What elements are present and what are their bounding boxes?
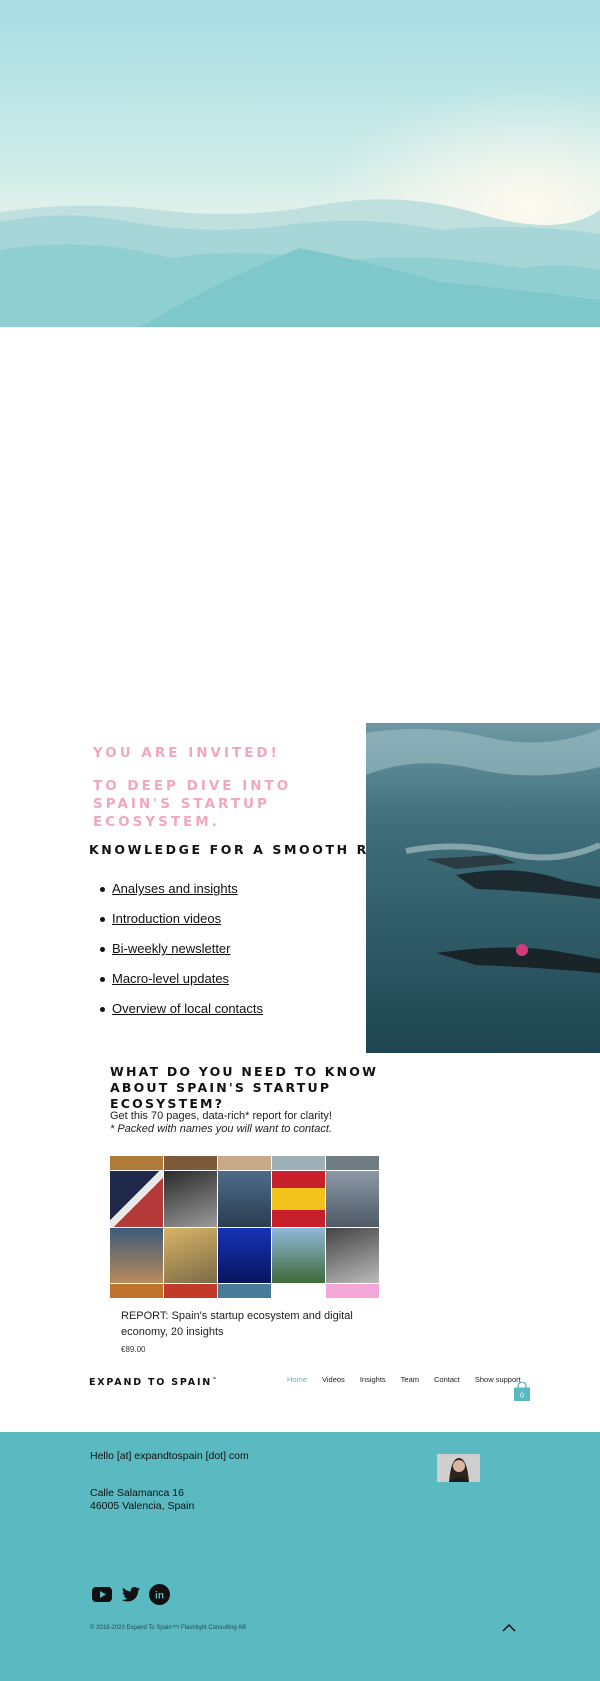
report-heading: WHAT DO YOU NEED TO KNOW ABOUT SPAIN'S S… bbox=[110, 1064, 379, 1111]
copyright-text: © 2018-2020 Expand To Spain™/ Flashlight… bbox=[90, 1625, 247, 1631]
footer bbox=[0, 1432, 600, 1681]
brand-trademark: ™ bbox=[212, 1377, 218, 1383]
knowledge-heading: KNOWLEDGE FOR A SMOOTH RIDE: bbox=[89, 842, 408, 857]
product-title[interactable]: REPORT: Spain's startup ecosystem and di… bbox=[121, 1308, 361, 1340]
invite-title: YOU ARE INVITED! bbox=[93, 745, 280, 761]
swimmers-image bbox=[366, 723, 600, 1053]
feature-link[interactable]: Introduction videos bbox=[112, 911, 221, 926]
social-links: in bbox=[91, 1584, 170, 1605]
feature-link[interactable]: Macro-level updates bbox=[112, 971, 229, 986]
shopping-bag-icon: 0 bbox=[514, 1381, 530, 1401]
cart-count: 0 bbox=[520, 1393, 524, 1400]
cart-button[interactable]: 0 bbox=[514, 1381, 530, 1401]
list-item: Bi-weekly newsletter bbox=[100, 939, 263, 969]
list-item: Macro-level updates bbox=[100, 969, 263, 999]
nav-item-contact[interactable]: Contact bbox=[434, 1375, 460, 1384]
brand-name: EXPAND TO SPAIN bbox=[89, 1377, 213, 1389]
address-line: 46005 Valencia, Spain bbox=[90, 1500, 195, 1512]
report-note: * Packed with names you will want to con… bbox=[110, 1123, 332, 1135]
back-to-top-button[interactable] bbox=[502, 1620, 516, 1632]
twitter-icon[interactable] bbox=[120, 1584, 141, 1605]
nav-item-insights[interactable]: Insights bbox=[360, 1375, 386, 1384]
address-line: Calle Salamanca 16 bbox=[90, 1487, 184, 1499]
list-item: Introduction videos bbox=[100, 909, 263, 939]
report-description: Get this 70 pages, data-rich* report for… bbox=[110, 1110, 332, 1122]
nav-item-team[interactable]: Team bbox=[401, 1375, 419, 1384]
main-nav: Home Videos Insights Team Contact Show s… bbox=[287, 1375, 536, 1384]
bullet-icon bbox=[100, 887, 105, 892]
bullet-icon bbox=[100, 977, 105, 982]
bullet-icon bbox=[100, 947, 105, 952]
list-item: Overview of local contacts bbox=[100, 999, 263, 1029]
nav-item-home[interactable]: Home bbox=[287, 1375, 307, 1384]
brand-logo[interactable]: EXPAND TO SPAIN™ bbox=[89, 1377, 217, 1388]
list-item: Analyses and insights bbox=[100, 879, 263, 909]
nav-item-videos[interactable]: Videos bbox=[322, 1375, 345, 1384]
bullet-icon bbox=[100, 917, 105, 922]
feature-list: Analyses and insights Introduction video… bbox=[100, 879, 263, 1029]
hero-image bbox=[0, 0, 600, 327]
product-price: €89,00 bbox=[121, 1346, 146, 1352]
report-cover-image[interactable] bbox=[110, 1156, 379, 1298]
feature-link[interactable]: Bi-weekly newsletter bbox=[112, 941, 231, 956]
contact-address: Calle Salamanca 16 46005 Valencia, Spain bbox=[90, 1487, 194, 1513]
svg-text:in: in bbox=[155, 1591, 164, 1602]
linkedin-icon[interactable]: in bbox=[149, 1584, 170, 1605]
contact-email: Hello [at] expandtospain [dot] com bbox=[90, 1450, 249, 1462]
feature-link[interactable]: Overview of local contacts bbox=[112, 1001, 263, 1016]
chevron-up-icon bbox=[502, 1623, 516, 1632]
youtube-icon[interactable] bbox=[91, 1584, 112, 1605]
feature-link[interactable]: Analyses and insights bbox=[112, 881, 238, 896]
bullet-icon bbox=[100, 1007, 105, 1012]
team-photo bbox=[437, 1454, 480, 1482]
invite-subtitle: TO DEEP DIVE INTO SPAIN'S STARTUP ECOSYS… bbox=[93, 778, 292, 830]
